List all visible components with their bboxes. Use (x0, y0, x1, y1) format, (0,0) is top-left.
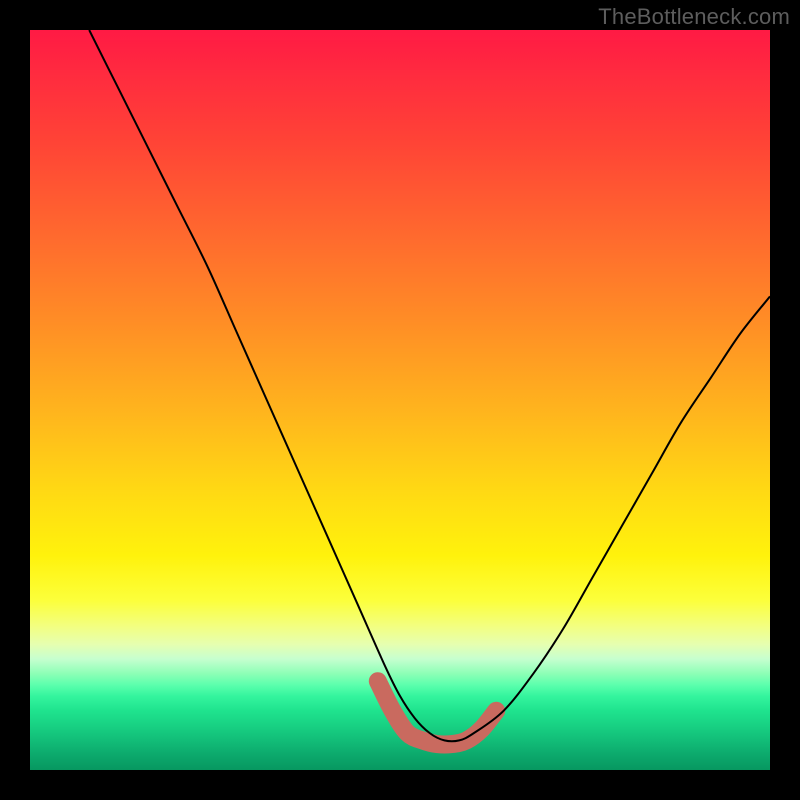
plot-area (30, 30, 770, 770)
curve-layer (30, 30, 770, 770)
watermark-text: TheBottleneck.com (598, 4, 790, 30)
chart-frame: TheBottleneck.com (0, 0, 800, 800)
bottleneck-curve-line (89, 30, 770, 741)
optimal-band-line (378, 681, 496, 744)
